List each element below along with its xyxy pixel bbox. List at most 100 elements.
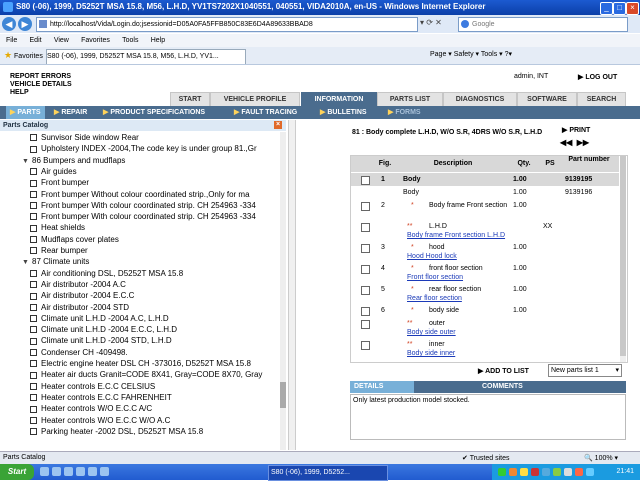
quicklaunch-icon[interactable] [64,467,73,476]
tab-start[interactable]: START [170,92,210,107]
tree-item[interactable]: Climate unit L.H.D -2004 A.C, L.H.D [30,313,169,324]
report-errors-link[interactable]: REPORT ERRORS [10,73,72,81]
subtab-parts[interactable]: ▶ PARTS [6,106,45,119]
expand-caret-icon[interactable]: ▼ [22,156,30,167]
print-button[interactable]: ▶ PRINT [562,126,590,134]
expand-caret-icon[interactable]: ▼ [22,257,30,268]
tab-comments[interactable]: COMMENTS [482,381,523,393]
parts-row[interactable]: 5 * rear floor section 1.00 Rear floor secti… [351,283,619,304]
start-button[interactable]: Start [0,464,34,480]
row-checkbox[interactable] [361,244,370,253]
tree-item[interactable]: Air distributor -2004 E.C.C [30,290,134,301]
parts-row[interactable]: Body 1.00 9139196 [351,186,619,199]
row-link[interactable]: Body side inner [407,350,455,357]
row-checkbox[interactable] [361,362,370,363]
parts-row[interactable]: ** L.H.D XX Body frame Front section L.H.D [351,220,619,241]
tree-item[interactable]: Heater controls W/O E.C.C A/C [30,403,152,414]
parts-row[interactable]: ** outer Body side outer [351,317,619,338]
parts-row[interactable]: 1 Body 1.00 9139195 [351,173,619,186]
quicklaunch-icon[interactable] [52,467,61,476]
catalog-scroll-thumb[interactable] [280,382,286,408]
parts-row[interactable]: ** inner Body side inner [351,338,619,359]
url-field[interactable]: http://localhost/Vida/Login.do;jsessioni… [36,17,418,32]
menu-view[interactable]: View [54,34,69,47]
tree-item[interactable]: Front bumper With colour coordinated str… [30,211,256,222]
row-checkbox[interactable] [361,307,370,316]
subtab-repair[interactable]: ▶ REPAIR [54,106,87,119]
parts-scrollbar[interactable] [620,156,626,362]
menu-file[interactable]: File [6,34,17,47]
tree-item[interactable]: Front bumper [30,177,89,188]
tray-icon[interactable] [531,468,539,476]
parts-list-select[interactable]: New parts list 1 ▾ [548,364,622,377]
row-checkbox[interactable] [361,265,370,274]
tab-details[interactable]: DETAILS [350,381,414,393]
tree-item[interactable]: Air guides [30,166,77,177]
browser-tab[interactable]: S80 (-06), 1999, D5252T MSA 15.8, M56, L… [46,49,246,64]
menu-help[interactable]: Help [151,34,165,47]
search-input[interactable]: Google [458,17,628,32]
tab-information[interactable]: INFORMATION [301,92,377,107]
back-button[interactable]: ◀ [2,17,16,31]
tree-item[interactable]: Heat shields [30,222,85,233]
minimize-button[interactable]: _ [600,2,613,15]
tree-item[interactable]: Air conditioning DSL, D5252T MSA 15.8 [30,268,183,279]
tree-item[interactable]: Heater air ducts Granit=CODE 8X41, Gray=… [30,369,262,380]
tab-diagnostics[interactable]: DIAGNOSTICS [443,92,517,107]
tree-item[interactable]: Parking heater -2002 DSL, D5252T MSA 15.… [30,426,203,437]
help-link[interactable]: HELP [10,89,72,97]
tree-item[interactable]: Heater controls W/O E.C.C W/O A.C [30,415,170,426]
tray-icon[interactable] [509,468,517,476]
logout-button[interactable]: ▶ LOG OUT [578,73,617,81]
tray-icon[interactable] [586,468,594,476]
vehicle-details-link[interactable]: VEHICLE DETAILS [10,81,72,89]
taskbar-window-button[interactable]: S80 (-06), 1999, D5252... [268,465,388,481]
parts-scroll-thumb[interactable] [620,156,626,356]
tree-item[interactable]: Air distributor -2004 A.C [30,279,126,290]
tree-item[interactable]: Condenser CH -409498. [30,347,128,358]
tab-software[interactable]: SOFTWARE [517,92,577,107]
tray-icon[interactable] [498,468,506,476]
subtab-bulletins[interactable]: ▶ BULLETINS [320,106,367,119]
favorites-button[interactable]: ★ Favorites [4,50,43,61]
tray-icon[interactable] [520,468,528,476]
tree-item[interactable]: Electric engine heater DSL CH -373016, D… [30,358,251,369]
row-checkbox[interactable] [361,341,370,350]
quicklaunch-icon[interactable] [88,467,97,476]
forward-button[interactable]: ▶ [18,17,32,31]
quicklaunch-icon[interactable] [76,467,85,476]
tray-icon[interactable] [564,468,572,476]
prev-figure-icon[interactable]: ◀◀ [560,138,572,147]
maximize-button[interactable]: □ [613,2,626,15]
tree-item[interactable]: Climate unit L.H.D -2004 E.C.C, L.H.D [30,324,177,335]
menu-favorites[interactable]: Favorites [81,34,110,47]
refresh-stop-buttons[interactable]: ▾ ⟳ ✕ [420,18,442,27]
menu-tools[interactable]: Tools [122,34,138,47]
tree-item[interactable]: Sunvisor Side window Rear [30,132,139,143]
tab-parts-list[interactable]: PARTS LIST [377,92,443,107]
row-checkbox[interactable] [361,176,370,185]
quicklaunch-icon[interactable] [40,467,49,476]
subtab-forms[interactable]: ▶ FORMS [388,106,421,119]
tree-item[interactable]: Heater controls E.C.C FAHRENHEIT [30,392,172,403]
row-checkbox[interactable] [361,202,370,211]
tree-item[interactable]: Climate unit L.H.D -2004 STD, L.H.D [30,335,172,346]
tree-group[interactable]: ▼ 87 Climate units [22,256,89,267]
add-to-list-button[interactable]: ▶ ADD TO LIST [478,367,529,375]
menu-edit[interactable]: Edit [30,34,42,47]
close-button[interactable]: × [626,2,639,15]
row-link[interactable]: Hood Hood lock [407,253,457,260]
row-link[interactable]: Rear floor section [407,295,462,302]
row-link[interactable]: Body frame Front section L.H.D [407,232,505,239]
tree-item[interactable]: Upholstery INDEX -2004,The code key is u… [30,143,257,154]
next-figure-icon[interactable]: ▶▶ [577,138,589,147]
parts-row[interactable]: 4 * front floor section 1.00 Front floor sec… [351,262,619,283]
tray-icon[interactable] [575,468,583,476]
row-checkbox[interactable] [361,320,370,329]
tree-item[interactable]: Front bumper Without colour coordinated … [30,189,250,200]
tree-item[interactable]: Mudflaps cover plates [30,234,119,245]
parts-row[interactable]: 2 * Body frame Front section 1.00 [351,199,619,220]
tab-vehicle-profile[interactable]: VEHICLE PROFILE [210,92,300,107]
tree-item[interactable]: Air distributor -2004 STD [30,302,129,313]
quicklaunch-icon[interactable] [100,467,109,476]
